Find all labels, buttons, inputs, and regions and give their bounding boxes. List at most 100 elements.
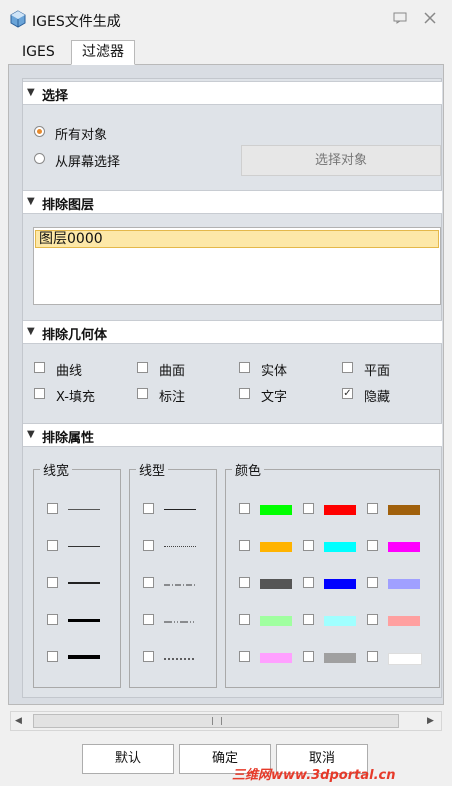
line-width-swatch [68, 546, 100, 547]
scroll-left-icon[interactable]: ◀ [15, 716, 22, 726]
checkbox-line-type-dash-dot[interactable] [143, 577, 154, 588]
checkbox-text[interactable] [239, 388, 250, 399]
group-title: 线宽 [40, 460, 73, 479]
color-swatch [324, 542, 356, 552]
line-width-swatch [68, 619, 100, 622]
checkbox-color[interactable] [239, 651, 250, 662]
radio-all-objects[interactable] [34, 126, 45, 137]
color-grid [236, 500, 436, 670]
color-swatch [388, 579, 420, 589]
comment-icon[interactable] [393, 12, 407, 24]
color-swatch [324, 579, 356, 589]
checkbox-color[interactable] [239, 503, 250, 514]
checkbox-color[interactable] [303, 503, 314, 514]
section-header-select[interactable]: ▼ 选择 [23, 81, 442, 105]
radio-label: 所有对象 [55, 128, 108, 143]
tab-iges[interactable]: IGES [12, 41, 65, 64]
section-title: 排除几何体 [42, 328, 108, 343]
checkbox-label: 隐藏 [364, 390, 391, 405]
color-swatch [260, 505, 292, 515]
checkbox-color[interactable] [303, 577, 314, 588]
checkbox-color[interactable] [303, 540, 314, 551]
color-swatch [324, 653, 356, 663]
scroll-right-icon[interactable]: ▶ [427, 716, 434, 726]
color-swatch [388, 505, 420, 515]
checkbox-label: 曲线 [56, 364, 83, 379]
section-title: 选择 [42, 89, 69, 104]
window-title: IGES文件生成 [32, 14, 121, 30]
checkbox-line-type-solid[interactable] [143, 503, 154, 514]
color-swatch [388, 542, 420, 552]
checkbox-color[interactable] [367, 503, 378, 514]
checkbox-line-type-dashed[interactable] [143, 651, 154, 662]
group-title: 线型 [136, 460, 169, 479]
grip-icon [212, 717, 222, 725]
horizontal-scrollbar[interactable]: ◀ ▶ [10, 711, 442, 731]
collapse-arrow-icon: ▼ [27, 326, 35, 337]
checkbox-color[interactable] [239, 614, 250, 625]
color-swatch [324, 505, 356, 515]
line-type-swatch [164, 652, 196, 660]
line-width-swatch [68, 509, 100, 510]
line-type-swatch [164, 615, 196, 623]
checkbox-label: X-填充 [56, 390, 95, 405]
checkbox-line-width-5[interactable] [47, 651, 58, 662]
select-objects-button[interactable]: 选择对象 [241, 145, 441, 176]
checkbox-solid[interactable] [239, 362, 250, 373]
checkbox-line-width-2[interactable] [47, 540, 58, 551]
checkbox-dimension[interactable] [137, 388, 148, 399]
line-type-swatch [164, 546, 196, 547]
checkbox-color[interactable] [239, 577, 250, 588]
checkbox-line-width-1[interactable] [47, 503, 58, 514]
checkbox-color[interactable] [367, 651, 378, 662]
checkbox-line-width-4[interactable] [47, 614, 58, 625]
checkbox-surface[interactable] [137, 362, 148, 373]
checkbox-color[interactable] [367, 540, 378, 551]
default-button[interactable]: 默认 [82, 744, 174, 774]
watermark: 三维网www.3dportal.cn [232, 768, 396, 783]
checkbox-label: 文字 [261, 390, 288, 405]
line-width-swatch [68, 582, 100, 584]
checkbox-hidden[interactable]: ✓ [342, 388, 353, 399]
checkbox-line-type-dash-dot-dot[interactable] [143, 614, 154, 625]
checkbox-label: 标注 [159, 390, 186, 405]
list-item[interactable]: 图层0000 [35, 230, 439, 248]
collapse-arrow-icon: ▼ [27, 87, 35, 98]
color-swatch [388, 653, 422, 665]
color-swatch [324, 616, 356, 626]
checkbox-color[interactable] [303, 614, 314, 625]
checkbox-color[interactable] [239, 540, 250, 551]
checkbox-label: 曲面 [159, 364, 186, 379]
app-icon [9, 10, 27, 28]
tab-filter[interactable]: 过滤器 [71, 40, 135, 65]
checkbox-plane[interactable] [342, 362, 353, 373]
checkbox-color[interactable] [367, 577, 378, 588]
radio-select-from-screen[interactable] [34, 153, 45, 164]
color-swatch [260, 579, 292, 589]
section-title: 排除属性 [42, 431, 95, 446]
checkbox-color[interactable] [303, 651, 314, 662]
checkbox-label: 实体 [261, 364, 288, 379]
collapse-arrow-icon: ▼ [27, 429, 35, 440]
section-title: 排除图层 [42, 198, 95, 213]
radio-label: 从屏幕选择 [55, 155, 121, 170]
color-swatch [260, 542, 292, 552]
collapse-arrow-icon: ▼ [27, 196, 35, 207]
checkbox-label: 平面 [364, 364, 391, 379]
color-swatch [388, 616, 420, 626]
color-swatch [260, 653, 292, 663]
close-icon[interactable] [423, 11, 437, 25]
line-type-swatch [164, 578, 196, 586]
section-header-exclude-geometry[interactable]: ▼ 排除几何体 [23, 320, 442, 344]
title-bar: IGES文件生成 [0, 0, 452, 38]
color-swatch [260, 616, 292, 626]
checkbox-curve[interactable] [34, 362, 45, 373]
section-header-exclude-layers[interactable]: ▼ 排除图层 [23, 190, 442, 214]
checkbox-x-hatch[interactable] [34, 388, 45, 399]
checkbox-line-type-dotted[interactable] [143, 540, 154, 551]
checkbox-line-width-3[interactable] [47, 577, 58, 588]
scroll-thumb[interactable] [33, 714, 399, 728]
line-width-swatch [68, 655, 100, 659]
section-header-exclude-attributes[interactable]: ▼ 排除属性 [23, 423, 442, 447]
checkbox-color[interactable] [367, 614, 378, 625]
